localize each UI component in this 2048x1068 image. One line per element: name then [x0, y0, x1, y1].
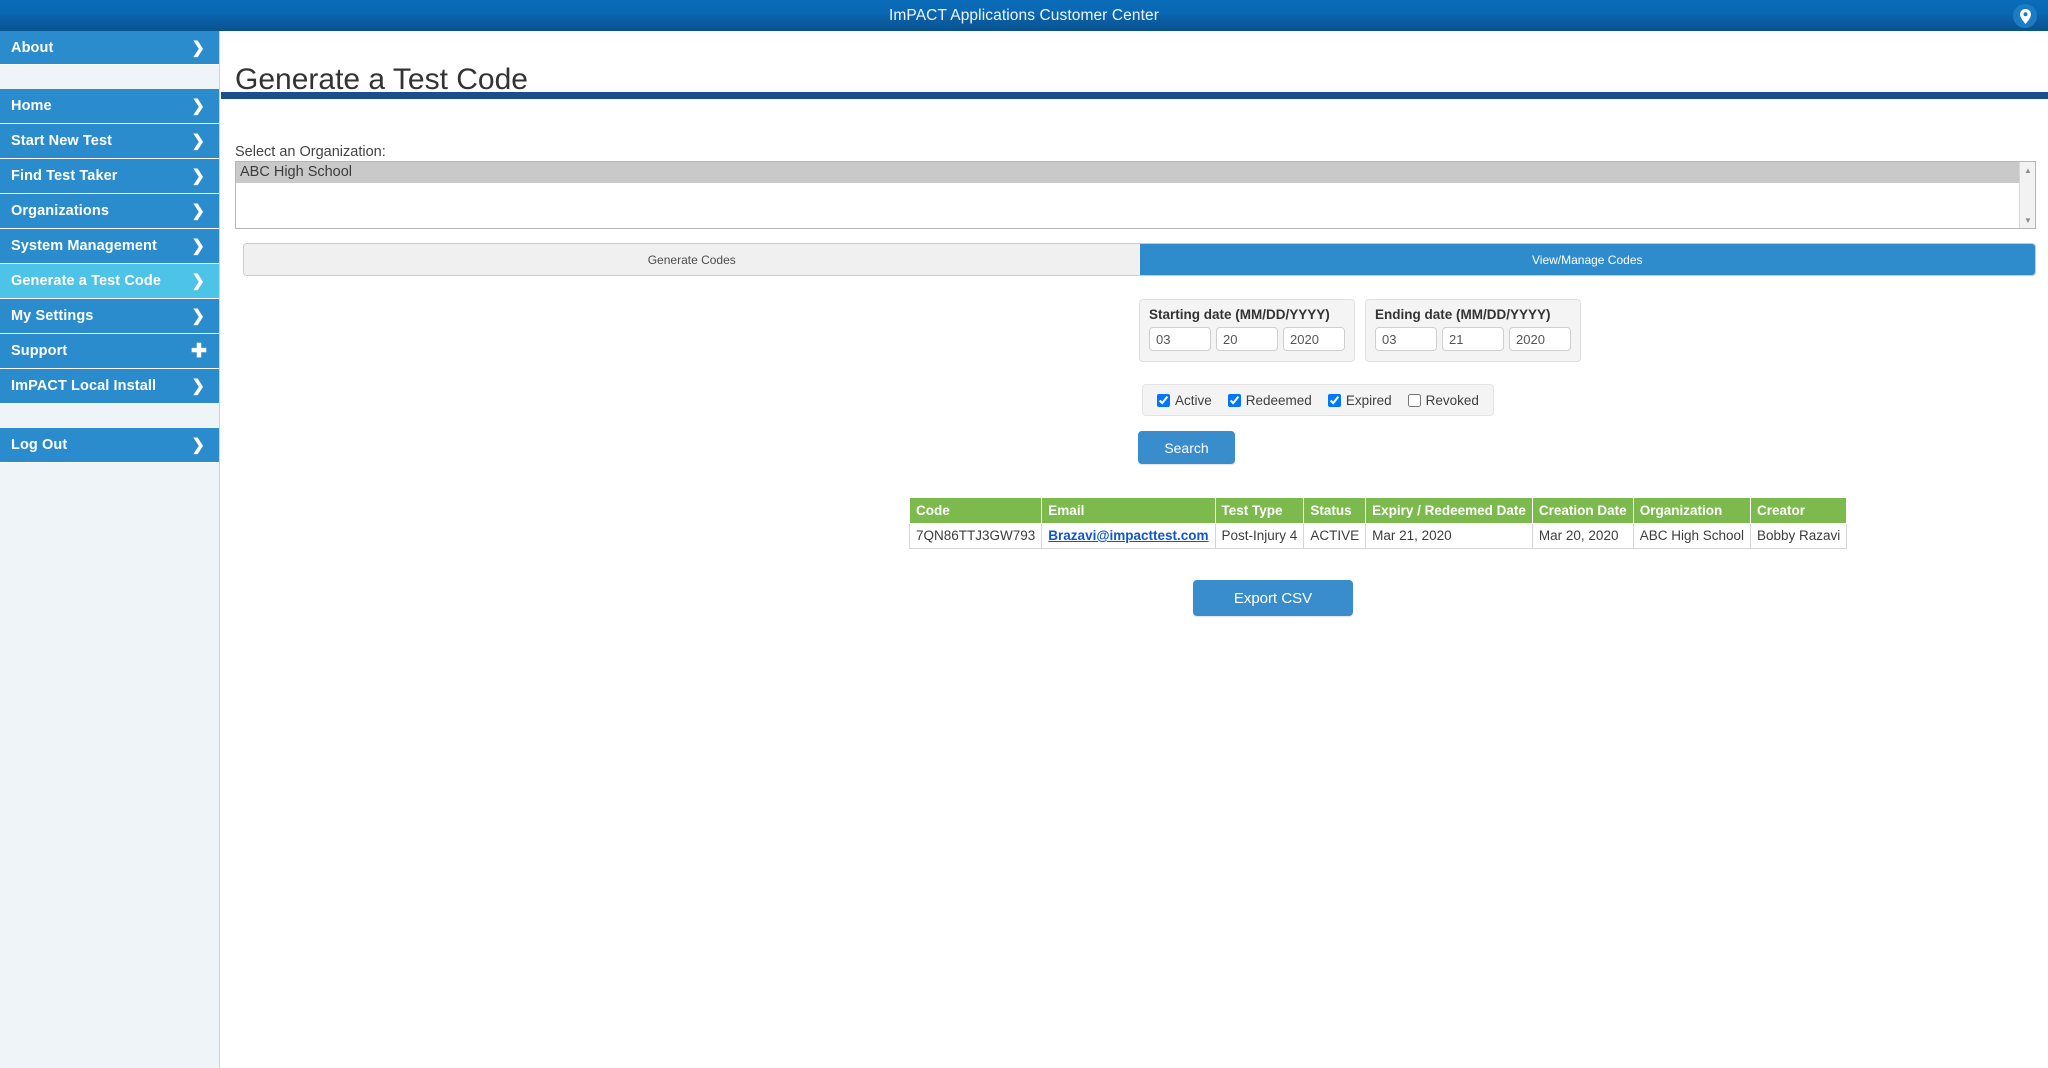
tab-generate-codes[interactable]: Generate Codes — [244, 244, 1140, 275]
column-header-organization: Organization — [1632, 497, 1752, 524]
status-filter-redeemed-checkbox[interactable] — [1227, 393, 1241, 407]
starting-date-year-input[interactable] — [1283, 327, 1345, 351]
sidebar-footer-group: Log Out ❯ — [0, 428, 219, 463]
sidebar-item-system-management[interactable]: System Management ❯ — [0, 229, 219, 264]
chevron-right-icon: ❯ — [191, 97, 205, 115]
sidebar-top-group: About ❯ — [0, 31, 219, 65]
chevron-right-icon: ❯ — [191, 377, 205, 395]
starting-date-day-input[interactable] — [1216, 327, 1278, 351]
cell-creation-date: Mar 20, 2020 — [1531, 523, 1634, 549]
main-sidebar: About ❯ Home ❯ Start New Test ❯ Find Tes… — [0, 31, 220, 1068]
sidebar-item-log-out[interactable]: Log Out ❯ — [0, 428, 219, 463]
sidebar-item-impact-local-install[interactable]: ImPACT Local Install ❯ — [0, 369, 219, 404]
ending-date-day-input[interactable] — [1442, 327, 1504, 351]
sidebar-item-my-settings[interactable]: My Settings ❯ — [0, 299, 219, 334]
status-filter-revoked-label: Revoked — [1425, 392, 1479, 408]
table-row: 7QN86TTJ3GW793 Brazavi@impacttest.com Po… — [908, 523, 1848, 549]
column-header-test-type: Test Type — [1214, 497, 1305, 524]
sidebar-item-label: Organizations — [11, 203, 109, 219]
sidebar-main-group: Home ❯ Start New Test ❯ Find Test Taker … — [0, 89, 219, 404]
table-header-row: Code Email Test Type Status Expiry / Red… — [908, 497, 1848, 524]
sidebar-item-generate-a-test-code[interactable]: Generate a Test Code ❯ — [0, 264, 219, 299]
status-filter-redeemed-label: Redeemed — [1245, 392, 1312, 408]
cell-expiry-redeemed-date: Mar 21, 2020 — [1365, 523, 1533, 549]
cell-test-type: Post-Injury 4 — [1214, 523, 1305, 549]
cell-email: Brazavi@impacttest.com — [1041, 523, 1216, 549]
status-filter-expired-checkbox[interactable] — [1327, 393, 1341, 407]
location-pin-icon — [2019, 8, 2031, 24]
search-button[interactable]: Search — [1138, 431, 1235, 464]
app-header: ImPACT Applications Customer Center — [0, 0, 2048, 31]
sidebar-item-label: My Settings — [11, 308, 94, 324]
sidebar-divider-1 — [0, 65, 219, 89]
sidebar-item-find-test-taker[interactable]: Find Test Taker ❯ — [0, 159, 219, 194]
status-filter-active-label: Active — [1175, 392, 1212, 408]
column-header-status: Status — [1303, 497, 1367, 524]
status-filter-expired[interactable]: Expired — [1327, 392, 1392, 408]
scroll-up-icon[interactable]: ▲ — [2020, 162, 2035, 178]
code-mode-tabs: Generate Codes View/Manage Codes — [243, 243, 2036, 276]
ending-date-month-input[interactable] — [1375, 327, 1437, 351]
chevron-right-icon: ❯ — [191, 167, 205, 185]
sidebar-item-organizations[interactable]: Organizations ❯ — [0, 194, 219, 229]
status-filter-revoked-checkbox[interactable] — [1407, 393, 1421, 407]
cell-creator: Bobby Razavi — [1749, 523, 1848, 549]
column-header-expiry-redeemed-date: Expiry / Redeemed Date — [1365, 497, 1533, 524]
chevron-right-icon: ❯ — [191, 307, 205, 325]
ending-date-year-input[interactable] — [1509, 327, 1571, 351]
codes-results-table: Code Email Test Type Status Expiry / Red… — [908, 497, 1848, 549]
cell-code: 7QN86TTJ3GW793 — [908, 523, 1043, 549]
starting-date-month-input[interactable] — [1149, 327, 1211, 351]
column-header-creator: Creator — [1749, 497, 1848, 524]
status-filter-redeemed[interactable]: Redeemed — [1227, 392, 1312, 408]
plus-icon: ✚ — [190, 341, 207, 362]
sidebar-item-label: Log Out — [11, 437, 68, 453]
sidebar-item-label: Start New Test — [11, 133, 113, 149]
scroll-down-icon[interactable]: ▼ — [2020, 212, 2035, 228]
sidebar-item-start-new-test[interactable]: Start New Test ❯ — [0, 124, 219, 159]
status-filter-active[interactable]: Active — [1157, 393, 1212, 408]
chevron-right-icon: ❯ — [191, 202, 205, 220]
title-divider — [221, 92, 2048, 99]
sidebar-item-label: System Management — [11, 238, 157, 254]
status-filter-revoked[interactable]: Revoked — [1407, 392, 1479, 408]
status-filter-panel: Active Redeemed Expired Revoked — [1142, 384, 1494, 416]
chevron-right-icon: ❯ — [191, 237, 205, 255]
sidebar-item-label: Find Test Taker — [11, 168, 118, 184]
sidebar-divider-2 — [0, 404, 219, 428]
sidebar-item-label: Generate a Test Code — [11, 273, 162, 289]
export-csv-button[interactable]: Export CSV — [1193, 580, 1353, 616]
cell-organization: ABC High School — [1632, 523, 1752, 549]
sidebar-item-home[interactable]: Home ❯ — [0, 89, 219, 124]
status-filter-expired-label: Expired — [1345, 392, 1392, 408]
chevron-right-icon: ❯ — [191, 132, 205, 150]
organization-listbox[interactable]: ABC High School ▲ ▼ — [235, 161, 2036, 229]
chevron-right-icon: ❯ — [191, 272, 205, 290]
organization-listbox-scrollbar[interactable]: ▲ ▼ — [2019, 162, 2035, 228]
ending-date-panel: Ending date (MM/DD/YYYY) — [1365, 299, 1581, 362]
column-header-creation-date: Creation Date — [1531, 497, 1634, 524]
chevron-right-icon: ❯ — [191, 436, 205, 454]
main-content: Generate a Test Code Select an Organizat… — [221, 31, 2048, 1068]
sidebar-item-label: ImPACT Local Install — [11, 378, 157, 394]
sidebar-item-about[interactable]: About ❯ — [0, 31, 219, 65]
organization-label: Select an Organization: — [235, 144, 386, 160]
tab-view-manage-codes[interactable]: View/Manage Codes — [1139, 244, 2035, 275]
status-filter-active-checkbox[interactable] — [1157, 393, 1170, 407]
organization-option-abc-high-school[interactable]: ABC High School — [236, 162, 2035, 183]
email-link[interactable]: Brazavi@impacttest.com — [1048, 528, 1208, 543]
app-title: ImPACT Applications Customer Center — [889, 7, 1159, 24]
sidebar-item-label: Support — [11, 343, 68, 359]
sidebar-item-label: About — [11, 39, 54, 56]
sidebar-item-label: Home — [11, 98, 52, 114]
column-header-email: Email — [1041, 497, 1216, 524]
ending-date-label: Ending date (MM/DD/YYYY) — [1375, 307, 1551, 322]
chevron-right-icon: ❯ — [191, 39, 205, 57]
cell-status: ACTIVE — [1303, 523, 1367, 549]
starting-date-label: Starting date (MM/DD/YYYY) — [1149, 307, 1330, 322]
location-pin-badge[interactable] — [2013, 4, 2037, 28]
column-header-code: Code — [908, 497, 1043, 524]
starting-date-panel: Starting date (MM/DD/YYYY) — [1139, 299, 1355, 362]
sidebar-item-support[interactable]: Support ✚ — [0, 334, 219, 369]
